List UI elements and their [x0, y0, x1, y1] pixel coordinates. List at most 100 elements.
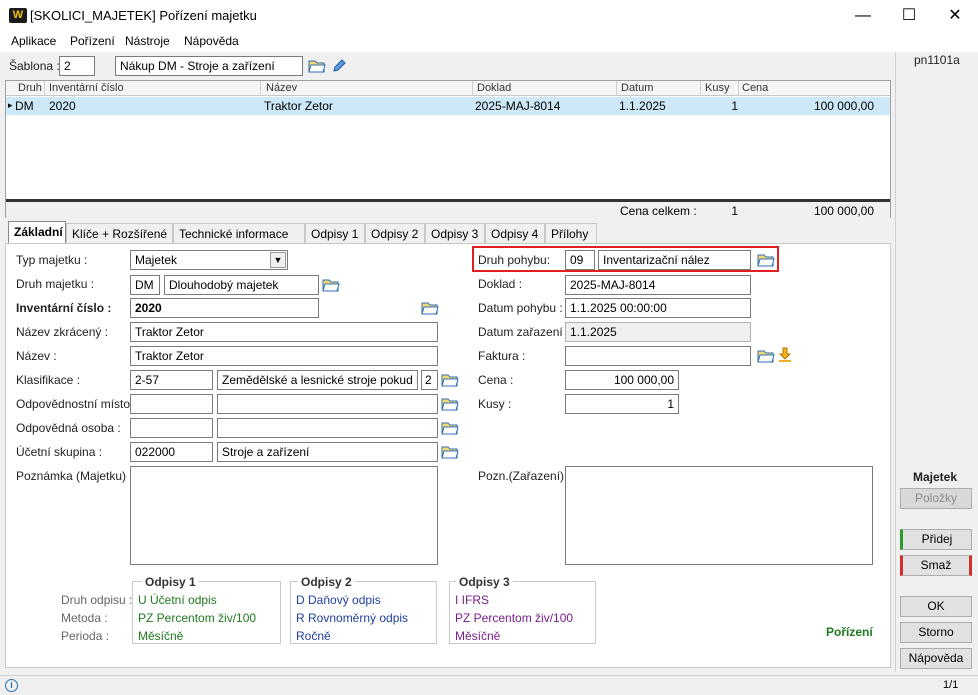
- pozn-zarazeni-textarea[interactable]: [565, 466, 873, 565]
- metoda-label: Metoda :: [61, 611, 108, 625]
- folder-open-icon[interactable]: [421, 301, 439, 315]
- tab-prilohy[interactable]: Přílohy: [545, 223, 597, 244]
- odpisy-3-title: Odpisy 3: [456, 575, 513, 589]
- pohyb-name-field[interactable]: Inventarizační nález: [598, 250, 751, 270]
- odp-misto-code-field[interactable]: [130, 394, 213, 414]
- cena-field[interactable]: 100 000,00: [565, 370, 679, 390]
- chevron-down-icon[interactable]: ▼: [270, 252, 286, 268]
- folder-open-icon[interactable]: [757, 349, 775, 363]
- folder-open-icon[interactable]: [757, 253, 775, 267]
- odp-misto-name-field[interactable]: [217, 394, 438, 414]
- napoveda-button[interactable]: Nápověda: [900, 648, 972, 669]
- smaz-button[interactable]: Smaž: [900, 555, 972, 576]
- pencil-icon[interactable]: [332, 59, 346, 73]
- nazev-label: Název :: [16, 349, 57, 363]
- nazev-zkr-field[interactable]: Traktor Zetor: [130, 322, 438, 342]
- odp-misto-label: Odpovědnostní místo :: [16, 397, 137, 411]
- folder-open-icon[interactable]: [441, 421, 459, 435]
- menu-porizeni[interactable]: Pořízení: [70, 34, 115, 48]
- folder-open-icon[interactable]: [308, 59, 326, 73]
- template-label: Šablona :: [9, 59, 60, 73]
- odpisy-2-title: Odpisy 2: [298, 575, 355, 589]
- col-inv[interactable]: Inventární číslo: [49, 82, 124, 94]
- form-code: pn1101a: [914, 53, 960, 67]
- info-icon[interactable]: i: [5, 679, 18, 692]
- col-separator: [616, 81, 617, 96]
- minimize-button[interactable]: —: [840, 0, 886, 31]
- pohyb-label: Druh pohybu:: [478, 253, 551, 267]
- col-druh[interactable]: Druh: [18, 82, 42, 94]
- col-cena[interactable]: Cena: [742, 82, 768, 94]
- template-name-field[interactable]: Nákup DM - Stroje a zařízení: [115, 56, 303, 76]
- datum-pohybu-field[interactable]: 1.1.2025 00:00:00: [565, 298, 751, 318]
- page-indicator: 1/1: [943, 679, 959, 691]
- odp-osoba-name-field[interactable]: [217, 418, 438, 438]
- odpisy-3-druh: I IFRS: [455, 593, 490, 607]
- odpisy-1-title: Odpisy 1: [142, 575, 199, 589]
- druh-code-field[interactable]: DM: [130, 275, 160, 295]
- status-bar: i 1/1: [0, 675, 978, 695]
- tab-odpisy-2[interactable]: Odpisy 2: [365, 223, 425, 244]
- maximize-button[interactable]: ☐: [886, 0, 932, 31]
- folder-open-icon[interactable]: [441, 373, 459, 387]
- tab-technicke[interactable]: Technické informace: [173, 223, 305, 244]
- folder-open-icon[interactable]: [441, 445, 459, 459]
- polozky-button[interactable]: Položky: [900, 488, 972, 509]
- tab-odpisy-3[interactable]: Odpisy 3: [425, 223, 485, 244]
- pridej-button[interactable]: Přidej: [900, 529, 972, 550]
- tab-klice[interactable]: Klíče + Rozšířené: [66, 223, 173, 244]
- doklad-field[interactable]: 2025-MAJ-8014: [565, 275, 751, 295]
- odpisy-3-perioda: Měsíčně: [455, 629, 501, 643]
- col-doklad[interactable]: Doklad: [477, 82, 511, 94]
- menu-aplikace[interactable]: Aplikace: [11, 34, 56, 48]
- tab-odpisy-1[interactable]: Odpisy 1: [305, 223, 365, 244]
- col-separator: [260, 81, 261, 96]
- klasifikace-name-field[interactable]: Zemědělské a lesnické stroje pokud n: [217, 370, 418, 390]
- footer-total-label: Cena celkem :: [620, 204, 697, 218]
- kusy-label: Kusy :: [478, 397, 512, 411]
- odpisy-1-druh: U Účetní odpis: [138, 593, 217, 607]
- ucetni-code-field[interactable]: 022000: [130, 442, 213, 462]
- poznamka-textarea[interactable]: [130, 466, 438, 565]
- folder-open-icon[interactable]: [322, 278, 340, 292]
- col-nazev[interactable]: Název: [266, 82, 297, 94]
- pohyb-code-field[interactable]: 09: [565, 250, 595, 270]
- footer-kusy: 1: [731, 204, 738, 218]
- druh-name-field[interactable]: Dlouhodobý majetek: [164, 275, 319, 295]
- klasifikace-num-field[interactable]: 2: [421, 370, 438, 390]
- storno-button[interactable]: Storno: [900, 622, 972, 643]
- nazev-field[interactable]: Traktor Zetor: [130, 346, 438, 366]
- datum-zarazeni-field: 1.1.2025: [565, 322, 751, 342]
- close-button[interactable]: ✕: [932, 0, 978, 31]
- ucetni-name-field[interactable]: Stroje a zařízení: [217, 442, 438, 462]
- datum-zarazeni-label: Datum zařazení :: [478, 325, 570, 339]
- table-row[interactable]: ▸ DM 2020 Traktor Zetor 2025-MAJ-8014 1.…: [6, 97, 890, 115]
- odpisy-2-druh: D Daňový odpis: [296, 593, 381, 607]
- cell-doklad: 2025-MAJ-8014: [475, 99, 561, 113]
- odpisy-1-perioda: Měsíčně: [138, 629, 184, 643]
- kusy-field[interactable]: 1: [565, 394, 679, 414]
- col-datum[interactable]: Datum: [621, 82, 653, 94]
- side-divider: [895, 52, 896, 672]
- folder-open-icon[interactable]: [441, 397, 459, 411]
- tab-zakladni[interactable]: Základní: [8, 221, 66, 244]
- odp-osoba-code-field[interactable]: [130, 418, 213, 438]
- window-title: [SKOLICI_MAJETEK] Pořízení majetku: [30, 8, 257, 23]
- typ-select[interactable]: Majetek: [130, 250, 288, 270]
- download-icon[interactable]: [777, 347, 793, 363]
- inv-field[interactable]: 2020: [130, 298, 319, 318]
- col-kusy[interactable]: Kusy: [705, 82, 729, 94]
- klasifikace-code-field[interactable]: 2-57: [130, 370, 213, 390]
- menu-napoveda[interactable]: Nápověda: [184, 34, 239, 48]
- items-grid[interactable]: Druh Inventární číslo Název Doklad Datum…: [5, 80, 891, 218]
- template-code-field[interactable]: 2: [59, 56, 95, 76]
- cell-inv: 2020: [49, 99, 76, 113]
- datum-pohybu-label: Datum pohybu :: [478, 301, 563, 315]
- klasifikace-label: Klasifikace :: [16, 373, 81, 387]
- menu-nastroje[interactable]: Nástroje: [125, 34, 170, 48]
- tab-odpisy-4[interactable]: Odpisy 4: [485, 223, 545, 244]
- druh-label: Druh majetku :: [16, 277, 95, 291]
- faktura-field[interactable]: [565, 346, 751, 366]
- cell-kusy: 1: [731, 99, 738, 113]
- ok-button[interactable]: OK: [900, 596, 972, 617]
